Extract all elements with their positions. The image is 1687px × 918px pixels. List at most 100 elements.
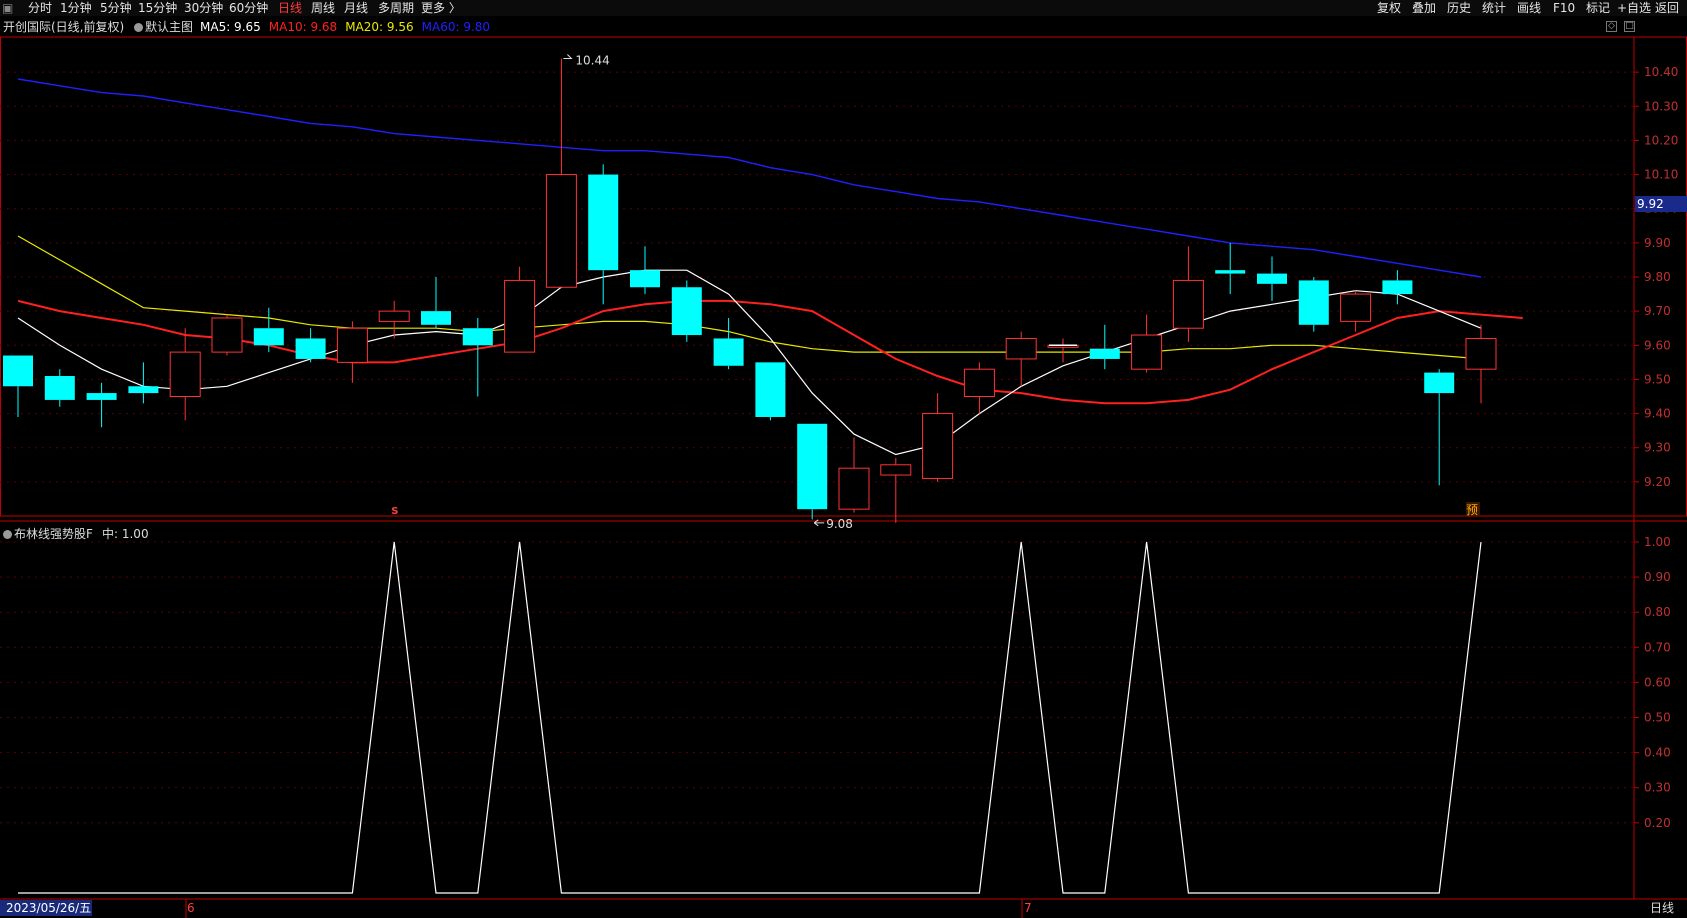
candle bbox=[755, 362, 786, 421]
candle-body bbox=[922, 413, 954, 479]
candle bbox=[211, 314, 243, 356]
candle-body bbox=[3, 355, 33, 387]
candle bbox=[1089, 324, 1120, 370]
candle-body bbox=[1215, 270, 1246, 274]
candle-body bbox=[797, 423, 828, 510]
date-label: 2023/05/26/五 bbox=[0, 900, 92, 916]
candle bbox=[838, 437, 870, 513]
price-tick-label: 9.60 bbox=[1644, 338, 1671, 352]
candle bbox=[797, 423, 828, 520]
candle-body bbox=[336, 327, 368, 363]
candle-body bbox=[1424, 372, 1455, 394]
candle bbox=[1465, 324, 1497, 404]
price-tick-label: 9.30 bbox=[1644, 441, 1671, 455]
ma5-path bbox=[17, 269, 1482, 456]
indicator-tick-label: 0.80 bbox=[1644, 605, 1671, 619]
high-label: 10.44 bbox=[575, 53, 609, 67]
ma5-line bbox=[17, 269, 1482, 456]
indicator-tick-label: 0.40 bbox=[1644, 746, 1671, 760]
candle bbox=[671, 280, 702, 342]
price-tick-label: 9.80 bbox=[1644, 270, 1671, 284]
candle bbox=[86, 382, 117, 428]
candle-body bbox=[128, 386, 159, 394]
candle bbox=[922, 393, 954, 482]
candle-body bbox=[86, 393, 117, 400]
candle-body bbox=[671, 287, 702, 336]
candle-body bbox=[755, 362, 786, 417]
high-arrow bbox=[563, 54, 573, 59]
candle bbox=[128, 362, 159, 404]
indicator-tick-label: 0.30 bbox=[1644, 781, 1671, 795]
price-tick-label: 10.20 bbox=[1644, 133, 1678, 147]
candle-body bbox=[630, 270, 660, 288]
price-tick-label: 10.10 bbox=[1644, 168, 1678, 182]
candle bbox=[378, 300, 410, 339]
ma60-path bbox=[17, 78, 1482, 278]
candle bbox=[1340, 290, 1372, 332]
candle-body bbox=[1131, 334, 1163, 370]
price-tick-label: 10.30 bbox=[1644, 99, 1678, 113]
candle bbox=[336, 321, 368, 383]
candle-body bbox=[378, 310, 410, 322]
candle bbox=[713, 317, 744, 370]
candle-body bbox=[462, 328, 493, 346]
candle-body bbox=[545, 174, 577, 288]
candle bbox=[504, 266, 536, 353]
candle-body bbox=[880, 464, 912, 476]
indicator-tick-label: 1.00 bbox=[1644, 535, 1671, 549]
candle bbox=[44, 369, 75, 407]
candle bbox=[1257, 256, 1287, 301]
current-price-badge: 9.92 bbox=[1635, 196, 1687, 212]
candle bbox=[963, 362, 995, 414]
candle-body bbox=[1089, 348, 1120, 359]
period-label: 日线 bbox=[1650, 901, 1675, 915]
indicator-tick-label: 0.90 bbox=[1644, 570, 1671, 584]
candle bbox=[880, 457, 912, 523]
price-tick-label: 10.40 bbox=[1644, 65, 1678, 79]
candle bbox=[1382, 270, 1413, 305]
candle-body bbox=[588, 174, 619, 271]
candle bbox=[1005, 331, 1037, 387]
candle bbox=[421, 277, 451, 329]
candle bbox=[295, 328, 326, 363]
candles bbox=[3, 58, 1497, 523]
price-tick-label: 9.70 bbox=[1644, 304, 1671, 318]
candle-body bbox=[1298, 280, 1329, 325]
indicator-tick-label: 0.50 bbox=[1644, 711, 1671, 725]
candle bbox=[3, 355, 33, 417]
candle bbox=[545, 58, 577, 288]
candle-body bbox=[838, 467, 870, 510]
candle-body bbox=[963, 368, 995, 397]
candle bbox=[1047, 338, 1079, 363]
candle bbox=[1424, 369, 1455, 486]
yu-marker: 预 bbox=[1466, 503, 1478, 517]
candle bbox=[1172, 246, 1204, 342]
candle-body bbox=[1257, 273, 1287, 284]
price-axis: 10.4010.3010.2010.1010.009.909.809.709.6… bbox=[1634, 65, 1678, 830]
candle-body bbox=[1005, 337, 1037, 360]
candle bbox=[630, 246, 660, 295]
candle-body bbox=[169, 351, 201, 398]
candle-body bbox=[295, 338, 326, 359]
candle-body bbox=[713, 338, 744, 366]
indicator-tick-label: 0.60 bbox=[1644, 675, 1671, 689]
candle bbox=[1215, 242, 1246, 295]
price-tick-label: 9.50 bbox=[1644, 372, 1671, 386]
candle-body bbox=[1465, 337, 1497, 370]
candle bbox=[1131, 314, 1163, 373]
kline-chart[interactable]: 10.4010.3010.2010.1010.009.909.809.709.6… bbox=[0, 0, 1687, 918]
candle-body bbox=[253, 328, 284, 346]
ma60-line bbox=[17, 78, 1482, 278]
candle-body bbox=[44, 376, 75, 400]
candle-body bbox=[211, 317, 243, 353]
indicator-tick-label: 0.70 bbox=[1644, 640, 1671, 654]
candle-body bbox=[1382, 280, 1413, 295]
candle bbox=[588, 164, 619, 305]
indicator-tick-label: 0.20 bbox=[1644, 816, 1671, 830]
low-label: 9.08 bbox=[826, 517, 853, 531]
candle-body bbox=[1340, 293, 1372, 322]
candle bbox=[462, 317, 493, 397]
candle-body bbox=[504, 279, 536, 353]
price-tick-label: 9.40 bbox=[1644, 407, 1671, 421]
month-mark-6: 6 bbox=[187, 901, 195, 915]
